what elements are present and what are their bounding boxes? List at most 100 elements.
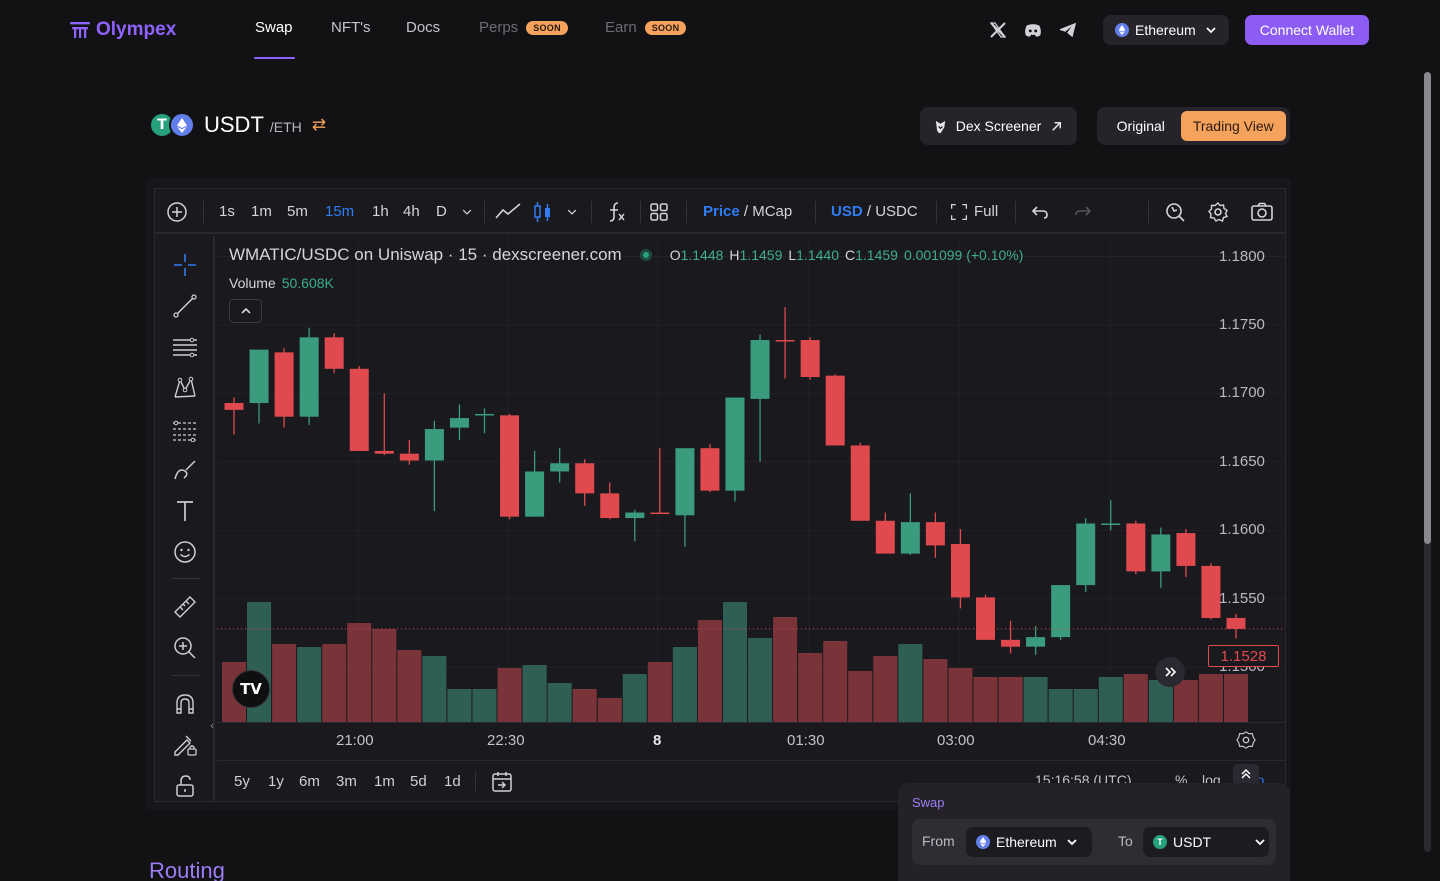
candle[interactable] [600, 482, 620, 520]
interval-5m[interactable]: 5m [287, 189, 308, 234]
lock-drawings-tool[interactable] [171, 731, 199, 759]
indicator-line-button[interactable] [495, 189, 521, 234]
range-3m[interactable]: 3m [336, 773, 357, 790]
range-6m[interactable]: 6m [299, 773, 320, 790]
network-selector[interactable]: Ethereum [1103, 15, 1229, 45]
nav-docs[interactable]: Docs [406, 19, 440, 36]
candle[interactable] [550, 448, 570, 483]
candle[interactable] [1176, 528, 1196, 577]
range-5d[interactable]: 5d [410, 773, 427, 790]
candle[interactable] [399, 439, 419, 465]
add-symbol-button[interactable] [166, 189, 188, 234]
chart-settings-button[interactable] [1207, 189, 1229, 234]
candle[interactable] [1101, 500, 1121, 531]
fib-tool[interactable] [171, 415, 199, 443]
candle[interactable] [925, 512, 945, 558]
candle[interactable] [825, 374, 845, 446]
range-1d[interactable]: 1d [444, 773, 461, 790]
candle[interactable] [1151, 527, 1171, 588]
view-trading-view-option[interactable]: Trading View [1180, 111, 1286, 141]
screenshot-button[interactable] [1250, 189, 1274, 234]
fullscreen-button[interactable]: Full [950, 189, 998, 234]
candle[interactable] [1026, 626, 1046, 655]
interval-d[interactable]: D [436, 189, 447, 234]
candle[interactable] [775, 307, 795, 379]
candle[interactable] [950, 528, 970, 609]
brand-logo[interactable]: Olympex [70, 17, 176, 43]
redo-button[interactable] [1072, 189, 1094, 234]
nav-nfts[interactable]: NFT's [331, 19, 371, 36]
zoom-tool[interactable] [171, 634, 199, 662]
candle[interactable] [1126, 520, 1146, 575]
range-5y[interactable]: 5y [234, 773, 250, 790]
nav-earn[interactable]: Earn SOON [605, 19, 687, 36]
interval-dropdown[interactable] [460, 189, 474, 234]
price-mcap-toggle[interactable]: Price / MCap [703, 189, 792, 234]
candle[interactable] [900, 493, 920, 555]
candle[interactable] [1201, 563, 1221, 620]
swap-pair-icon[interactable]: ⇄ [312, 115, 326, 135]
crosshair-tool[interactable] [171, 251, 199, 279]
interval-1h[interactable]: 1h [372, 189, 389, 234]
candle-type-button[interactable] [532, 189, 554, 234]
candle[interactable] [850, 442, 870, 521]
layouts-button[interactable] [648, 189, 670, 234]
candle[interactable] [675, 448, 695, 547]
time-axis[interactable]: 21:00 22:30 8 01:30 03:00 04:30 [217, 722, 1285, 758]
emoji-tool[interactable] [171, 538, 199, 566]
from-network-select[interactable]: Ethereum [966, 827, 1092, 857]
candle[interactable] [500, 413, 520, 520]
candle[interactable] [224, 397, 244, 435]
candle[interactable] [475, 408, 494, 434]
candle[interactable] [1001, 620, 1021, 654]
candle[interactable] [374, 393, 394, 456]
expand-swap-button[interactable] [1233, 764, 1259, 784]
x-twitter-link[interactable] [988, 20, 1008, 40]
to-token-select[interactable]: T USDT [1143, 827, 1269, 857]
calendar-goto-icon[interactable] [490, 770, 514, 794]
interval-15m[interactable]: 15m [325, 189, 354, 234]
candle[interactable] [875, 512, 895, 554]
candle[interactable] [750, 334, 770, 462]
candle[interactable] [424, 420, 444, 512]
candle[interactable] [700, 444, 720, 493]
view-original-option[interactable]: Original [1101, 111, 1181, 141]
range-1y[interactable]: 1y [268, 773, 284, 790]
trend-line-tool[interactable] [171, 292, 199, 320]
quick-search-button[interactable] [1164, 189, 1186, 234]
candle[interactable] [575, 459, 595, 506]
candle[interactable] [1076, 518, 1096, 592]
gear-icon[interactable] [1236, 730, 1256, 750]
candle[interactable] [800, 337, 820, 380]
nav-swap[interactable]: Swap [255, 19, 293, 36]
interval-1m[interactable]: 1m [251, 189, 272, 234]
horizontal-lines-tool[interactable] [171, 333, 199, 361]
candlestick-chart[interactable] [217, 236, 1285, 722]
range-1m[interactable]: 1m [374, 773, 395, 790]
brush-tool[interactable] [171, 456, 199, 484]
dex-screener-button[interactable]: Dex Screener [920, 107, 1077, 145]
collapse-legend-button[interactable] [229, 299, 262, 323]
candle[interactable] [1226, 613, 1246, 639]
candle[interactable] [274, 348, 294, 428]
pattern-tool[interactable] [171, 374, 199, 402]
candle[interactable] [299, 327, 319, 425]
undo-button[interactable] [1029, 189, 1051, 234]
price-chart-area[interactable] [217, 236, 1285, 758]
candle[interactable] [449, 404, 469, 440]
page-scrollbar[interactable] [1424, 72, 1431, 852]
discord-link[interactable] [1023, 20, 1043, 40]
candle[interactable] [650, 448, 670, 515]
measure-tool[interactable] [171, 593, 199, 621]
scroll-to-realtime-button[interactable] [1155, 657, 1185, 687]
usd-usdc-toggle[interactable]: USD / USDC [831, 189, 918, 234]
connect-wallet-button[interactable]: Connect Wallet [1245, 15, 1369, 45]
candle[interactable] [976, 594, 995, 640]
candle[interactable] [725, 397, 745, 502]
magnet-tool[interactable] [171, 690, 199, 718]
interval-4h[interactable]: 4h [403, 189, 420, 234]
text-tool[interactable] [171, 497, 199, 525]
lock-tool[interactable] [171, 772, 199, 800]
telegram-link[interactable] [1058, 20, 1078, 40]
candle[interactable] [249, 349, 269, 424]
